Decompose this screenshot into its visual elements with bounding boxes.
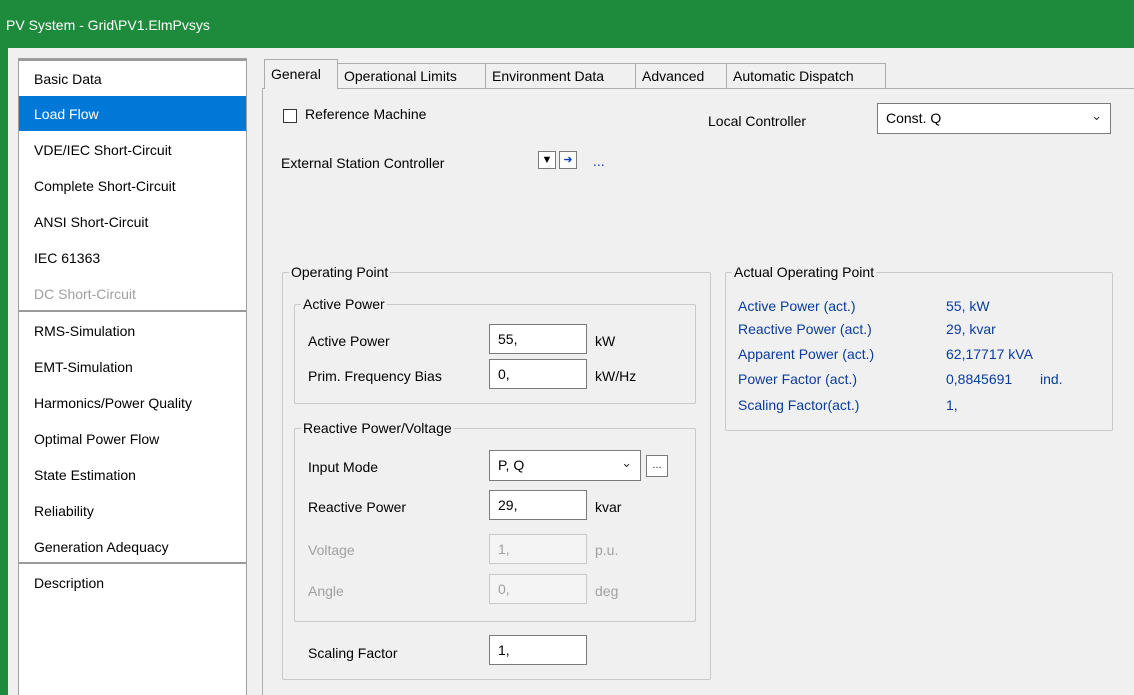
active-power-input[interactable]: 55, bbox=[489, 324, 587, 354]
sidebar-item-load-flow[interactable]: Load Flow bbox=[19, 96, 246, 131]
tab-automatic-dispatch[interactable]: Automatic Dispatch bbox=[726, 63, 886, 88]
voltage-label: Voltage bbox=[308, 542, 355, 558]
sidebar-item-description[interactable]: Description bbox=[19, 565, 246, 600]
act-power-factor-ind: ind. bbox=[1040, 371, 1063, 387]
tab-environment-data[interactable]: Environment Data bbox=[485, 63, 636, 88]
external-station-controller-label: External Station Controller bbox=[281, 155, 445, 171]
sidebar-item-reliability[interactable]: Reliability bbox=[19, 493, 246, 528]
input-mode-label: Input Mode bbox=[308, 459, 379, 475]
input-mode-dropdown[interactable]: P, Q ⌄ bbox=[489, 450, 641, 481]
scaling-factor-label: Scaling Factor bbox=[308, 645, 398, 661]
window-title: PV System - Grid\PV1.ElmPvsys bbox=[6, 17, 210, 33]
sidebar-item-dc-short-circuit: DC Short-Circuit bbox=[34, 286, 136, 302]
act-apparent-power-value: 62,17717 kVA bbox=[946, 346, 1033, 362]
act-active-power-label: Active Power (act.) bbox=[738, 298, 856, 314]
sidebar-item-basic-data[interactable]: Basic Data bbox=[19, 61, 246, 96]
sidebar-item-state-estimation[interactable]: State Estimation bbox=[19, 457, 246, 492]
tab-operational-limits[interactable]: Operational Limits bbox=[337, 63, 486, 88]
reference-machine-checkbox[interactable] bbox=[283, 109, 297, 123]
window-title-bar[interactable]: PV System - Grid\PV1.ElmPvsys bbox=[0, 0, 1134, 48]
sidebar-divider bbox=[19, 562, 246, 564]
local-controller-label: Local Controller bbox=[708, 113, 807, 129]
local-controller-value: Const. Q bbox=[886, 110, 942, 126]
act-scaling-factor-label: Scaling Factor(act.) bbox=[738, 397, 860, 413]
act-power-factor-label: Power Factor (act.) bbox=[738, 371, 858, 387]
tab-general[interactable]: General bbox=[264, 59, 338, 89]
sidebar-item-generation-adequacy[interactable]: Generation Adequacy bbox=[19, 529, 246, 564]
voltage-input: 1, bbox=[489, 534, 587, 564]
sidebar-item-emt-simulation[interactable]: EMT-Simulation bbox=[19, 349, 246, 384]
reference-machine-label: Reference Machine bbox=[305, 106, 427, 122]
active-power-label: Active Power bbox=[308, 333, 390, 349]
act-reactive-power-value: 29, kvar bbox=[946, 321, 996, 337]
local-controller-dropdown[interactable]: Const. Q ⌄ bbox=[877, 103, 1111, 134]
input-mode-more-button[interactable]: ... bbox=[646, 455, 668, 477]
voltage-unit: p.u. bbox=[595, 542, 619, 558]
act-active-power-value: 55, kW bbox=[946, 298, 990, 314]
chevron-down-icon: ⌄ bbox=[1091, 108, 1102, 123]
sidebar-item-ansi-short-circuit[interactable]: ANSI Short-Circuit bbox=[19, 204, 246, 239]
angle-input: 0, bbox=[489, 574, 587, 604]
external-controller-more-button[interactable]: ... bbox=[593, 153, 605, 169]
sidebar-item-optimal-power-flow[interactable]: Optimal Power Flow bbox=[19, 421, 246, 456]
act-scaling-factor-value: 1, bbox=[946, 397, 958, 413]
select-triangle-icon[interactable]: ▼ bbox=[538, 151, 556, 169]
sidebar-item-vde-iec-short-circuit[interactable]: VDE/IEC Short-Circuit bbox=[19, 132, 246, 167]
act-reactive-power-label: Reactive Power (act.) bbox=[738, 321, 872, 337]
reactive-power-input[interactable]: 29, bbox=[489, 490, 587, 520]
freq-bias-unit: kW/Hz bbox=[595, 368, 637, 384]
scaling-factor-input[interactable]: 1, bbox=[489, 635, 587, 665]
sidebar-item-rms-simulation[interactable]: RMS-Simulation bbox=[19, 313, 246, 348]
sidebar-item-complete-short-circuit[interactable]: Complete Short-Circuit bbox=[19, 168, 246, 203]
sidebar: Basic Data Load Flow VDE/IEC Short-Circu… bbox=[18, 58, 247, 695]
operating-point-title: Operating Point bbox=[291, 264, 389, 280]
sidebar-item-iec-61363[interactable]: IEC 61363 bbox=[19, 240, 246, 275]
sidebar-divider bbox=[19, 310, 246, 312]
chevron-down-icon: ⌄ bbox=[621, 455, 632, 470]
sidebar-divider bbox=[19, 59, 246, 61]
reactive-power-label: Reactive Power bbox=[308, 499, 407, 515]
window-border bbox=[0, 48, 8, 695]
act-power-factor-value: 0,8845691 bbox=[946, 371, 1013, 387]
freq-bias-label: Prim. Frequency Bias bbox=[308, 368, 442, 384]
freq-bias-input[interactable]: 0, bbox=[489, 359, 587, 389]
angle-label: Angle bbox=[308, 583, 344, 599]
reactive-power-group-title: Reactive Power/Voltage bbox=[303, 420, 452, 436]
active-power-unit: kW bbox=[595, 333, 616, 349]
active-power-group-title: Active Power bbox=[303, 296, 385, 312]
jump-arrow-icon[interactable]: ➜ bbox=[559, 151, 577, 169]
act-apparent-power-label: Apparent Power (act.) bbox=[738, 346, 875, 362]
actual-operating-point-title: Actual Operating Point bbox=[734, 264, 875, 280]
tab-advanced[interactable]: Advanced bbox=[635, 63, 727, 88]
reactive-power-unit: kvar bbox=[595, 499, 622, 515]
input-mode-value: P, Q bbox=[498, 457, 525, 473]
sidebar-item-harmonics[interactable]: Harmonics/Power Quality bbox=[19, 385, 246, 420]
angle-unit: deg bbox=[595, 583, 619, 599]
